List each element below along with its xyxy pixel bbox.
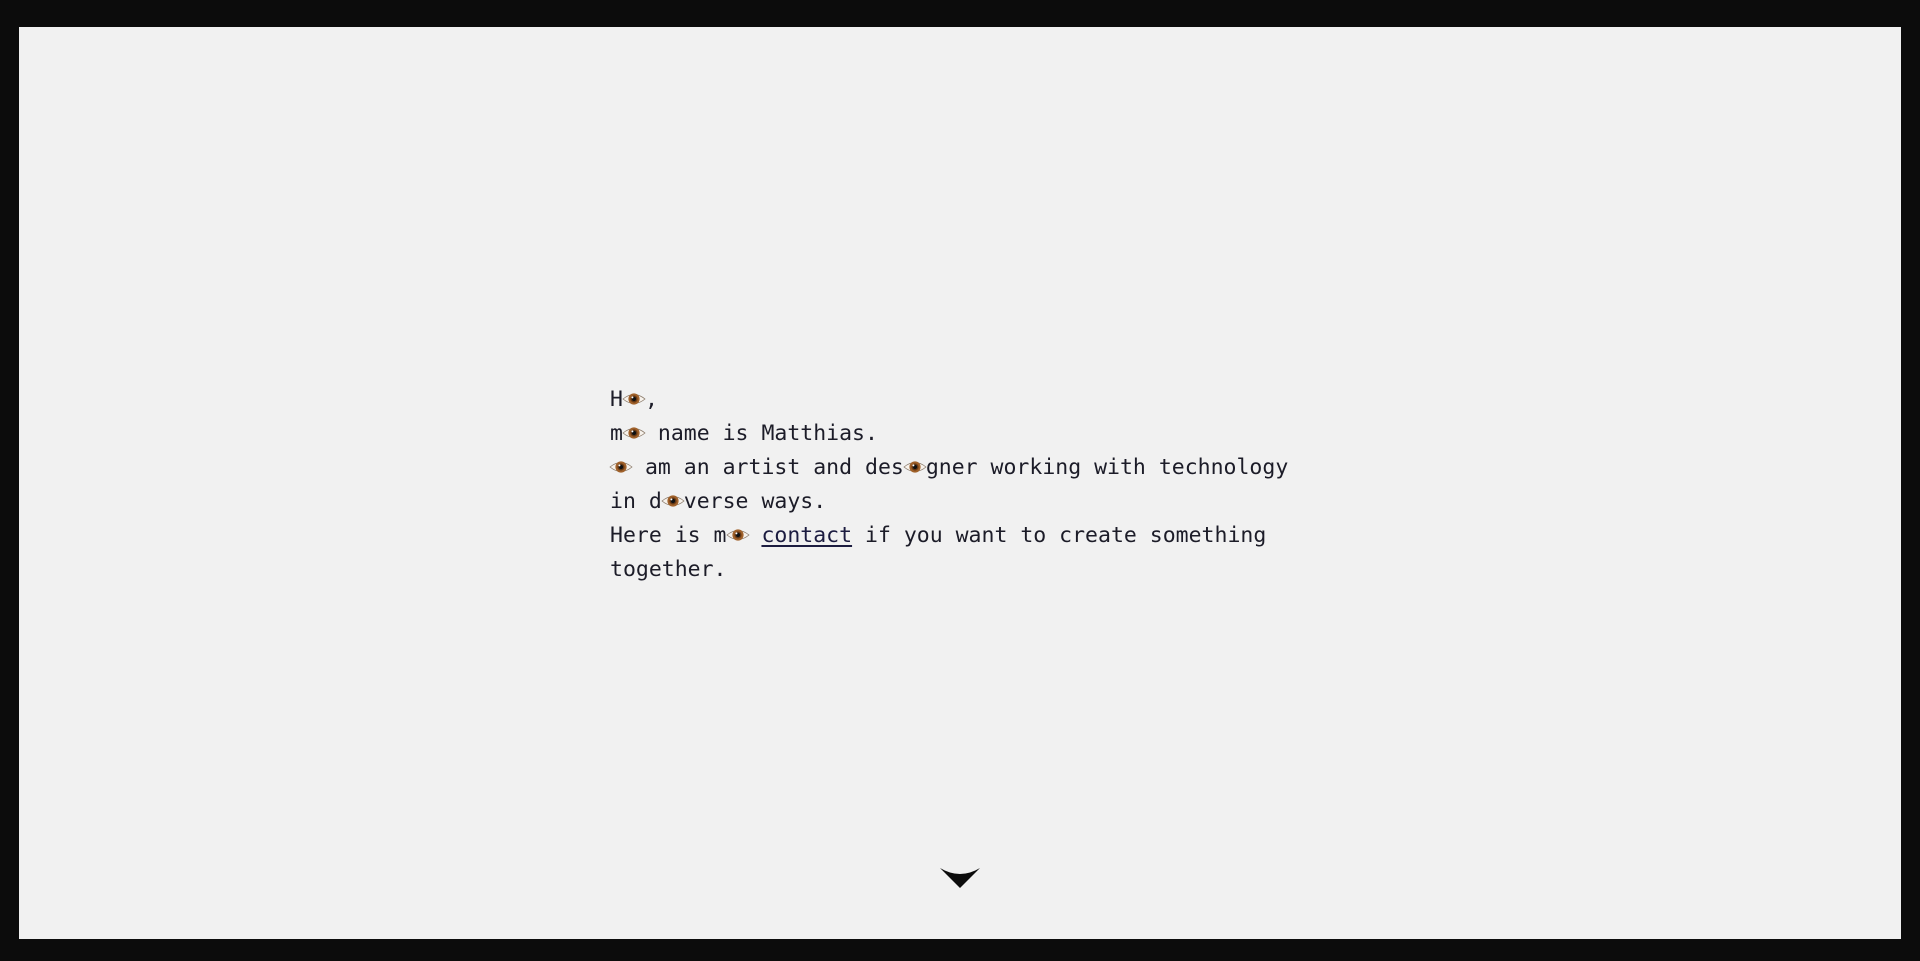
eye-icon: [609, 459, 633, 475]
intro-line-6: together.: [610, 557, 727, 582]
intro-line-3: am an artist and des gner working with te…: [609, 451, 1330, 485]
scroll-down-button[interactable]: [939, 866, 981, 890]
intro-text: H, m name is Matthias. am an artist and …: [609, 383, 1330, 587]
intro-line-5: Here is m contact if you want to create …: [610, 523, 1267, 548]
page-frame: H, m name is Matthias. am an artist and …: [19, 27, 1901, 939]
eye-icon: [622, 391, 646, 407]
intro-line-1: H,: [610, 387, 658, 412]
eye-icon: [725, 527, 750, 543]
intro-line-2: m name is Matthias.: [610, 421, 878, 446]
intro-line-4: in d verse ways.: [610, 489, 827, 514]
chevron-down-icon: [940, 868, 980, 888]
eye-icon: [661, 493, 685, 509]
eye-icon: [622, 425, 646, 441]
eye-icon: [903, 459, 927, 475]
contact-link[interactable]: contact: [761, 523, 852, 548]
